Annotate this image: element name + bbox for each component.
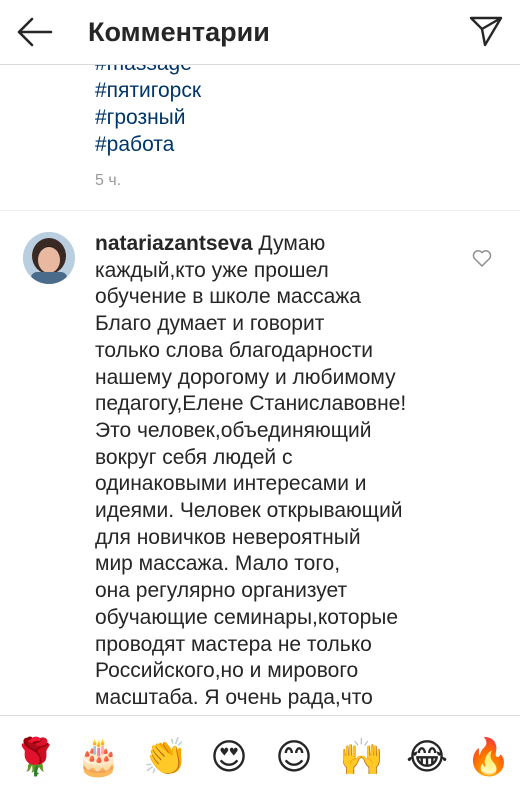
avatar-image: [23, 232, 75, 284]
heart-icon: [472, 250, 492, 267]
page-title: Комментарии: [88, 17, 270, 47]
tears-of-joy-emoji[interactable]: 😂: [405, 736, 449, 780]
clapping-hands-emoji[interactable]: 👏: [143, 736, 188, 780]
birthday-cake-emoji[interactable]: 🎂: [76, 736, 121, 780]
comment-body: natariazantseva Думаю каждый,кто уже про…: [95, 231, 450, 712]
arrow-left-icon: [17, 17, 53, 47]
comment-text: Думаю каждый,кто уже прошел обучение в ш…: [95, 232, 407, 709]
rose-emoji[interactable]: 🌹: [13, 736, 58, 780]
comments-list[interactable]: #massage #пятигорск #грозный #работа 5 ч…: [0, 64, 520, 715]
paper-plane-icon: [469, 16, 503, 47]
hashtag-link[interactable]: #пятигорск: [95, 77, 201, 104]
caption-timestamp: 5 ч.: [95, 172, 122, 189]
hashtag-link[interactable]: #massage: [95, 64, 201, 77]
heart-eyes-emoji[interactable]: 😍: [207, 736, 251, 780]
emoji-quick-reactions: 🌹 🎂 👏 😍 😊 🙌 😂 🔥: [0, 715, 520, 800]
smiling-face-emoji[interactable]: 😊: [272, 736, 316, 780]
header-bar: Комментарии: [0, 0, 520, 65]
hashtag-link[interactable]: #грозный: [95, 104, 201, 131]
direct-message-button[interactable]: [468, 12, 504, 48]
fire-emoji[interactable]: 🔥: [466, 736, 511, 780]
like-comment-button[interactable]: [471, 247, 493, 269]
comment-username[interactable]: natariazantseva: [95, 232, 253, 255]
divider: [0, 210, 520, 211]
avatar[interactable]: [23, 232, 75, 284]
raising-hands-emoji[interactable]: 🙌: [339, 736, 384, 780]
caption-hashtags: #massage #пятигорск #грозный #работа: [95, 64, 201, 158]
hashtag-link[interactable]: #работа: [95, 131, 201, 158]
back-button[interactable]: [14, 14, 54, 50]
